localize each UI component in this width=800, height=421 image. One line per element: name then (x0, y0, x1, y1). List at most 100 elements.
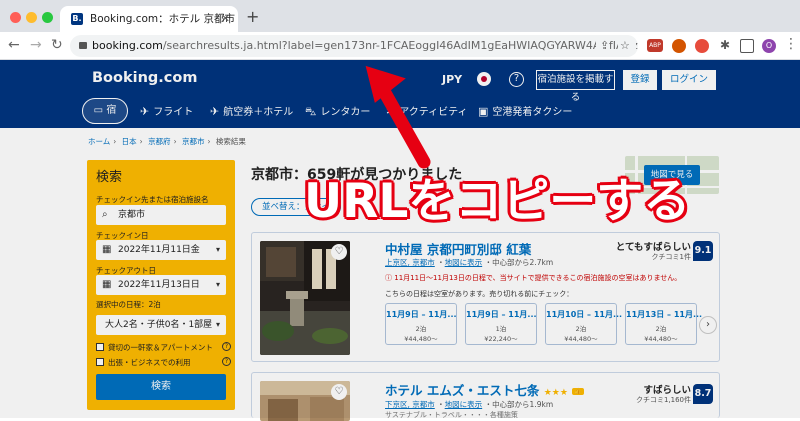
review-count: クチコミ1件 (651, 253, 691, 261)
chevron-down-icon: ▾ (215, 320, 220, 329)
breadcrumb-home[interactable]: ホーム (88, 137, 110, 146)
date-range: 11月9日 – 11月... (466, 310, 537, 319)
chevron-down-icon: ▾ (215, 280, 220, 289)
price-from: ¥44,480～ (564, 335, 598, 343)
nav-tab-airport-taxi[interactable]: ▣ 空港発着タクシー (478, 104, 572, 121)
browser-tab[interactable]: B. Booking.com：ホテル 京都市 - ✕ (60, 6, 238, 32)
breadcrumb: ホーム › 日本 › 京都府 › 京都市 › 検索結果 (88, 137, 246, 146)
alternative-date-option[interactable]: 11月9日 – 11月... 1泊 ¥22,240～ (465, 303, 537, 345)
property-photo[interactable]: ♡ (260, 241, 350, 355)
reload-icon[interactable]: ↻ (51, 37, 63, 53)
checkout-value: 2022年11月13日日 (118, 280, 200, 290)
alternative-date-option[interactable]: 11月10日 – 11月... 2泊 ¥44,480～ (545, 303, 623, 345)
sidebar-panel-icon[interactable] (740, 39, 754, 53)
share-icon[interactable]: ⇪ (596, 35, 610, 57)
review-score-badge[interactable]: 9.1 (693, 241, 713, 261)
booking-logo[interactable]: Booking.com (92, 70, 197, 86)
url-host: booking.com (92, 39, 163, 52)
profile-avatar[interactable]: O (762, 39, 776, 53)
review-count: クチコミ1,160件 (635, 396, 691, 404)
plane-icon: ✈ (140, 105, 150, 118)
preferred-partner-badge: 👍 (572, 388, 584, 395)
browser-tab-bar: B. Booking.com：ホテル 京都市 - ✕ + (0, 0, 800, 32)
date-range: 11月13日 – 11月... (626, 310, 703, 319)
checkbox-box[interactable] (96, 358, 104, 366)
back-icon[interactable]: ← (8, 37, 20, 53)
login-button[interactable]: ログイン (662, 70, 716, 90)
address-bar[interactable]: booking.com/searchresults.ja.html?label=… (70, 35, 638, 57)
info-icon[interactable]: ? (222, 342, 231, 351)
nav-tab-stays[interactable]: ▭ 宿 (82, 98, 128, 124)
chrome-menu-icon[interactable]: ⋮ (784, 36, 798, 52)
property-card[interactable]: ♡ 中村屋 京都円町別邸 紅葉 上京区, 京都市 ・地図に表示 ・中心部から2.… (251, 232, 720, 362)
nav-tab-flights-label: フライト (153, 107, 194, 118)
show-on-map-link[interactable]: 地図に表示 (445, 400, 483, 409)
chevron-down-icon: ▾ (215, 245, 220, 254)
checkin-date-field[interactable]: ▦ 2022年11月11日金 ▾ (96, 240, 226, 260)
alternative-date-option[interactable]: 11月9日 – 11月... 2泊 ¥44,480～ (385, 303, 457, 345)
next-dates-arrow-icon[interactable]: › (699, 316, 717, 334)
tab-close-icon[interactable]: ✕ (221, 6, 230, 32)
price-from: ¥44,480～ (644, 335, 678, 343)
destination-input[interactable]: ⌕ 京都市 (96, 205, 226, 225)
calendar-icon: ▦ (102, 244, 112, 255)
bed-icon: ▭ (93, 105, 107, 116)
japan-flag-icon[interactable] (477, 72, 491, 86)
new-tab-button[interactable]: + (246, 7, 259, 26)
property-name[interactable]: ホテル エムズ・エスト七条 ★★★ 👍 (385, 380, 584, 399)
night-count: 2泊 (655, 325, 667, 333)
lock-icon (79, 42, 87, 49)
distance-text: 中心部から2.7km (492, 258, 554, 267)
maximize-window-button[interactable] (42, 12, 53, 23)
list-property-button[interactable]: 宿泊施設を掲載する (536, 70, 615, 103)
car-icon: ⛍ (305, 105, 317, 118)
search-button[interactable]: 検索 (96, 374, 226, 400)
property-name-text: ホテル エムズ・エスト七条 (385, 383, 540, 398)
alternative-date-option[interactable]: 11月13日 – 11月... 2泊 ¥44,480～ (625, 303, 703, 345)
nav-tab-flight-hotel[interactable]: ✈ 航空券＋ホテル (210, 104, 293, 121)
tab-title: Booking.com：ホテル 京都市 - (90, 13, 238, 25)
favorite-heart-icon[interactable]: ♡ (331, 384, 347, 400)
date-range: 11月10日 – 11月... (546, 310, 623, 319)
show-on-map-link[interactable]: 地図に表示 (445, 258, 483, 267)
property-area-link[interactable]: 上京区, 京都市 (385, 258, 435, 267)
breadcrumb-prefecture[interactable]: 京都府 (148, 137, 171, 146)
property-name[interactable]: 中村屋 京都円町別邸 紅葉 (385, 239, 531, 258)
adblock-extension-icon[interactable]: ABP (647, 39, 663, 52)
puzzle-extensions-icon[interactable]: ✱ (718, 39, 732, 53)
property-area-link[interactable]: 下京区, 京都市 (385, 400, 435, 409)
forward-icon[interactable]: → (30, 37, 42, 53)
register-button[interactable]: 登録 (623, 70, 657, 90)
guests-select[interactable]: 大人2名・子供0名・1部屋 ▾ (96, 315, 226, 335)
bookmark-star-icon[interactable]: ☆ (618, 35, 636, 57)
review-score-badge[interactable]: 8.7 (693, 384, 713, 404)
date-range: 11月9日 – 11月... (386, 310, 457, 319)
checkbox-box[interactable] (96, 343, 104, 351)
checkout-date-field[interactable]: ▦ 2022年11月13日日 ▾ (96, 275, 226, 295)
favorite-heart-icon[interactable]: ♡ (331, 244, 347, 260)
guests-value: 大人2名・子供0名・1部屋 (105, 320, 213, 330)
close-window-button[interactable] (10, 12, 21, 23)
business-trip-checkbox[interactable]: 出張・ビジネスでの利用 ? (96, 357, 231, 368)
night-count: 1泊 (495, 325, 507, 333)
property-photo[interactable]: ♡ (260, 381, 350, 421)
booking-favicon-icon: B. (71, 13, 83, 25)
property-card[interactable]: ♡ ホテル エムズ・エスト七条 ★★★ 👍 下京区, 京都市 ・地図に表示 ・中… (251, 372, 720, 421)
alert-icon: ⓘ (385, 274, 395, 282)
breadcrumb-city[interactable]: 京都市 (182, 137, 205, 146)
help-icon[interactable]: ? (509, 72, 524, 87)
minimize-window-button[interactable] (26, 12, 37, 23)
breadcrumb-country[interactable]: 日本 (122, 137, 137, 146)
nav-tab-flights[interactable]: ✈ フライト (140, 104, 193, 121)
score-label: すばらしい (643, 385, 691, 396)
night-count: 2泊 (575, 325, 587, 333)
url-path: /searchresults.ja.html?label=gen173nr-1F… (162, 39, 638, 52)
sustainability-note: サステナブル・トラベル・・・・各種施策 (385, 411, 518, 419)
taxi-icon: ▣ (478, 105, 489, 118)
entire-home-checkbox[interactable]: 貸切の一軒家＆アパートメント ? (96, 342, 231, 353)
destination-value: 京都市 (118, 210, 146, 220)
info-icon[interactable]: ? (222, 357, 231, 366)
business-trip-label: 出張・ビジネスでの利用 (108, 358, 191, 367)
extension-icon[interactable] (695, 39, 709, 53)
extension-icon[interactable] (672, 39, 686, 53)
